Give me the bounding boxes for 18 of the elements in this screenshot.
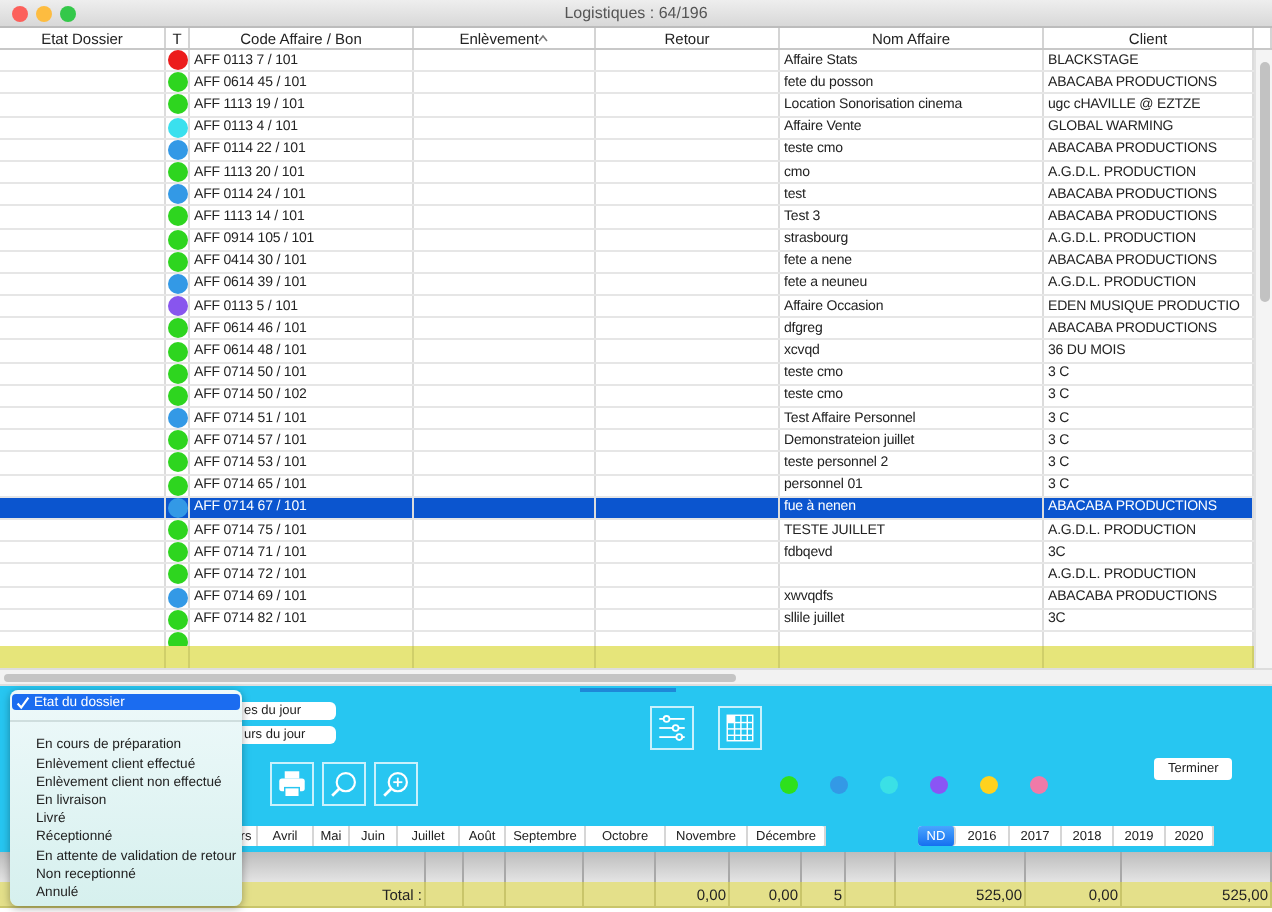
window-title: Logistiques : 64/196 [564,4,708,22]
vertical-scrollbar[interactable] [1254,50,1272,668]
color-filter-dot[interactable] [930,776,948,794]
color-filter-dot[interactable] [830,776,848,794]
zoom-in-icon[interactable] [374,762,418,806]
printer-icon[interactable] [270,762,314,806]
color-filter-dot[interactable] [880,776,898,794]
color-filter-dot[interactable] [980,776,998,794]
sort-caret-icon[interactable] [538,34,549,42]
zoom-button[interactable] [60,5,76,21]
color-filter-dot[interactable] [1030,776,1048,794]
search-icon[interactable] [322,762,366,806]
color-filter-dot[interactable] [780,776,798,794]
grid-icon[interactable] [718,706,762,750]
sliders-icon[interactable] [650,706,694,750]
minimize-button[interactable] [36,5,52,21]
close-button[interactable] [12,5,28,21]
checkmark-icon [16,695,30,710]
